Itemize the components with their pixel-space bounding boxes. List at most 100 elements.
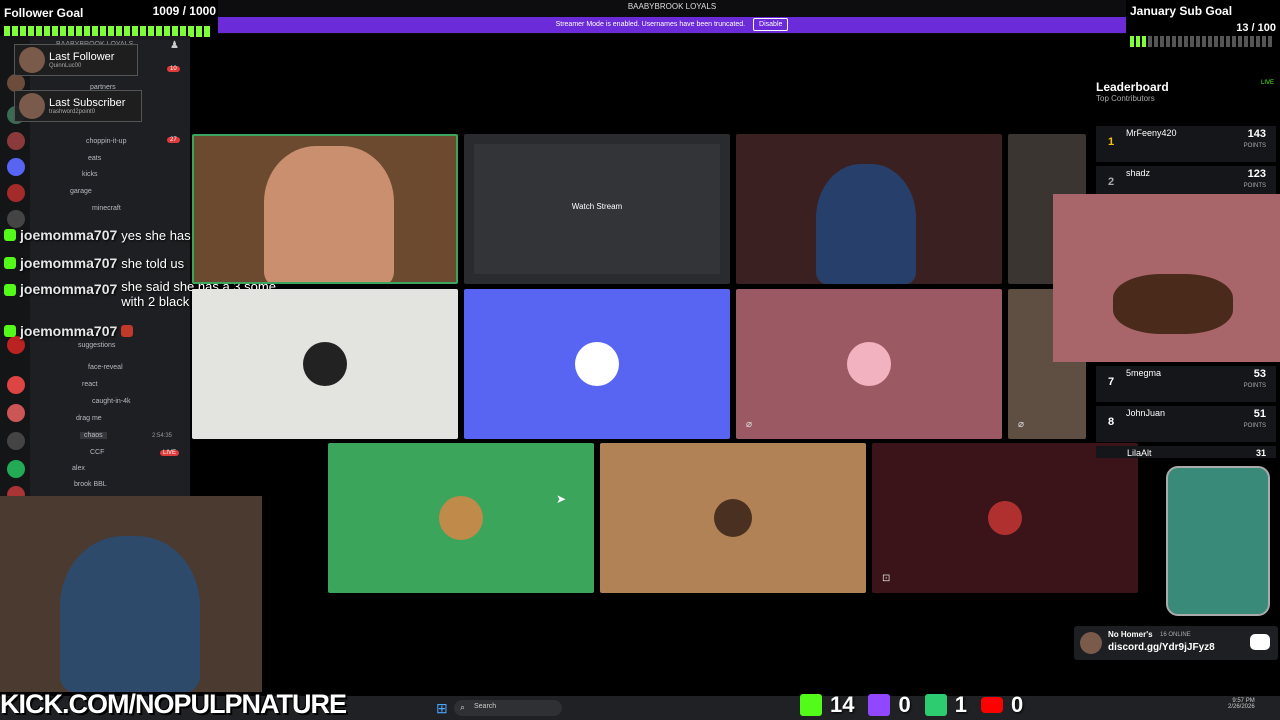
voice-tile[interactable] — [464, 289, 730, 439]
search-icon: ⌕ — [460, 702, 466, 712]
streamer-webcam — [0, 496, 262, 692]
voice-user[interactable]: alex — [72, 465, 85, 472]
contributor-name: MrFeeny420 — [1126, 128, 1177, 138]
last-follower-title: Last Follower — [49, 51, 115, 63]
avatar — [1080, 632, 1102, 654]
person-figure — [264, 146, 394, 282]
channel-kicks[interactable]: kicks — [82, 171, 98, 178]
voice-tile[interactable] — [192, 289, 458, 439]
voice-tile[interactable] — [600, 443, 866, 593]
points-value: 123 — [1247, 168, 1266, 180]
kick-icon — [4, 325, 16, 337]
rank: 2 — [1108, 176, 1115, 188]
points-value: 31 — [1255, 448, 1266, 458]
last-subscriber-title: Last Subscriber — [49, 97, 126, 109]
server-icon[interactable] — [7, 158, 25, 176]
avatar — [439, 496, 483, 540]
kick-channel-url: KICK.COM/NOPULPNATURE — [0, 689, 347, 719]
face-overlay-video — [1053, 194, 1280, 362]
follower-goal-count: 1009 / 1000 — [152, 4, 216, 18]
live-badge: LIVE — [160, 450, 180, 456]
discord-promo[interactable]: No Homer's 16 ONLINE discord.gg/Ydr9jJFy… — [1074, 626, 1278, 660]
follower-goal: Follower Goal 1009 / 1000 — [4, 4, 216, 37]
follower-goal-label: Follower Goal — [4, 6, 84, 20]
windows-start-icon[interactable]: ⊞ — [436, 700, 448, 717]
rank: 8 — [1108, 416, 1115, 428]
points-label: POINTS — [1243, 383, 1266, 389]
chat-username: joemomma707 — [20, 323, 118, 339]
points-value: 143 — [1247, 128, 1266, 140]
sub-goal-count: 13 / 100 — [1236, 22, 1276, 34]
leaderboard-row: 7 5megma 53 POINTS — [1096, 366, 1276, 402]
video-tile-screenshare[interactable]: Watch Stream — [464, 134, 730, 284]
search-placeholder: Search — [474, 703, 497, 710]
add-friend-icon[interactable]: ♟ — [170, 40, 179, 51]
sub-goal-bar — [1130, 36, 1276, 47]
channel-minecraft[interactable]: minecraft — [92, 205, 121, 212]
channel-caught-in-4k[interactable]: caught-in-4k — [92, 398, 131, 405]
server-icon[interactable] — [7, 404, 25, 422]
channel-react[interactable]: react — [82, 381, 98, 388]
discord-server-name: No Homer's — [1108, 630, 1153, 639]
chat-text: yes she has — [121, 227, 191, 243]
channel-chaos[interactable]: chaos — [80, 432, 107, 439]
avatar — [988, 501, 1022, 535]
avatar — [19, 47, 45, 73]
badge-icon — [121, 325, 134, 337]
server-icon[interactable] — [7, 132, 25, 150]
leaderboard-row: LilaAlt 31 — [1096, 446, 1276, 458]
clock-date: 2/26/2026 — [1228, 704, 1255, 710]
video-tile-webcam[interactable] — [736, 134, 1002, 284]
voice-tile[interactable]: ⌀ — [736, 289, 1002, 439]
youtube-icon — [980, 697, 1003, 713]
sub-goal-label: January Sub Goal — [1130, 4, 1233, 18]
discord-avatar-icon — [575, 342, 619, 386]
discord-icon — [1250, 634, 1270, 650]
channel-drag-me[interactable]: drag me — [76, 415, 102, 422]
kick-icon — [4, 257, 16, 269]
disable-streamer-mode-button[interactable]: Disable — [753, 18, 789, 31]
app-title: BAABYBROOK LOYALS — [627, 2, 717, 11]
leaderboard-title: Leaderboard — [1096, 80, 1169, 94]
leaderboard-row: 1 MrFeeny420 143 POINTS — [1096, 126, 1276, 162]
person-figure — [60, 536, 200, 692]
points-label: POINTS — [1243, 423, 1266, 429]
person-figure — [816, 164, 916, 284]
last-follower-card: Last Follower QuinnLuc00 — [14, 44, 138, 76]
discord-invite-link[interactable]: discord.gg/Ydr9jJFyz8 — [1108, 642, 1215, 653]
contributor-name: shadz — [1126, 168, 1151, 178]
voice-user[interactable]: brook BBL — [74, 481, 107, 488]
contributor-name: JohnJuan — [1126, 408, 1166, 418]
channel-face-reveal[interactable]: face-reveal — [88, 364, 123, 371]
platform-counters: 14 0 1 0 — [800, 692, 1023, 718]
channel-garage[interactable]: garage — [70, 188, 92, 195]
youtube-viewer-count: 0 — [1010, 692, 1024, 717]
channel-eats[interactable]: eats — [88, 155, 101, 162]
voice-user[interactable]: CCF — [90, 449, 104, 456]
leaderboard-header: Leaderboard Top Contributors LIVE — [1096, 80, 1276, 103]
kick-viewer-count: 14 — [830, 692, 855, 717]
video-tile-webcam[interactable] — [192, 134, 458, 284]
last-subscriber-user: trashword2point0 — [49, 109, 96, 115]
channel-choppin-it-up[interactable]: choppin-it-up — [86, 138, 126, 145]
mouse-cursor-icon: ➤ — [556, 492, 567, 506]
mic-muted-icon: ⌀ — [746, 419, 753, 430]
points-label: POINTS — [1243, 143, 1266, 149]
discord-online-count: 16 ONLINE — [1160, 632, 1191, 638]
kick-icon — [4, 229, 16, 241]
taskbar-search[interactable]: ⌕ Search — [454, 700, 562, 716]
server-icon[interactable] — [7, 432, 25, 450]
watch-stream-button[interactable]: Watch Stream — [464, 202, 730, 211]
voice-tile[interactable] — [328, 443, 594, 593]
mouth-shape — [1113, 274, 1233, 334]
avatar — [847, 342, 891, 386]
rank: 1 — [1108, 136, 1115, 148]
server-icon[interactable] — [7, 184, 25, 202]
server-icon[interactable] — [7, 376, 25, 394]
server-icon[interactable] — [7, 460, 25, 478]
voice-timer: 2:54:35 — [152, 433, 173, 439]
avatar — [303, 342, 347, 386]
chat-username: joemomma707 — [20, 281, 118, 297]
chat-username: joemomma707 — [20, 255, 118, 271]
voice-tile[interactable]: ⊡ — [872, 443, 1138, 593]
